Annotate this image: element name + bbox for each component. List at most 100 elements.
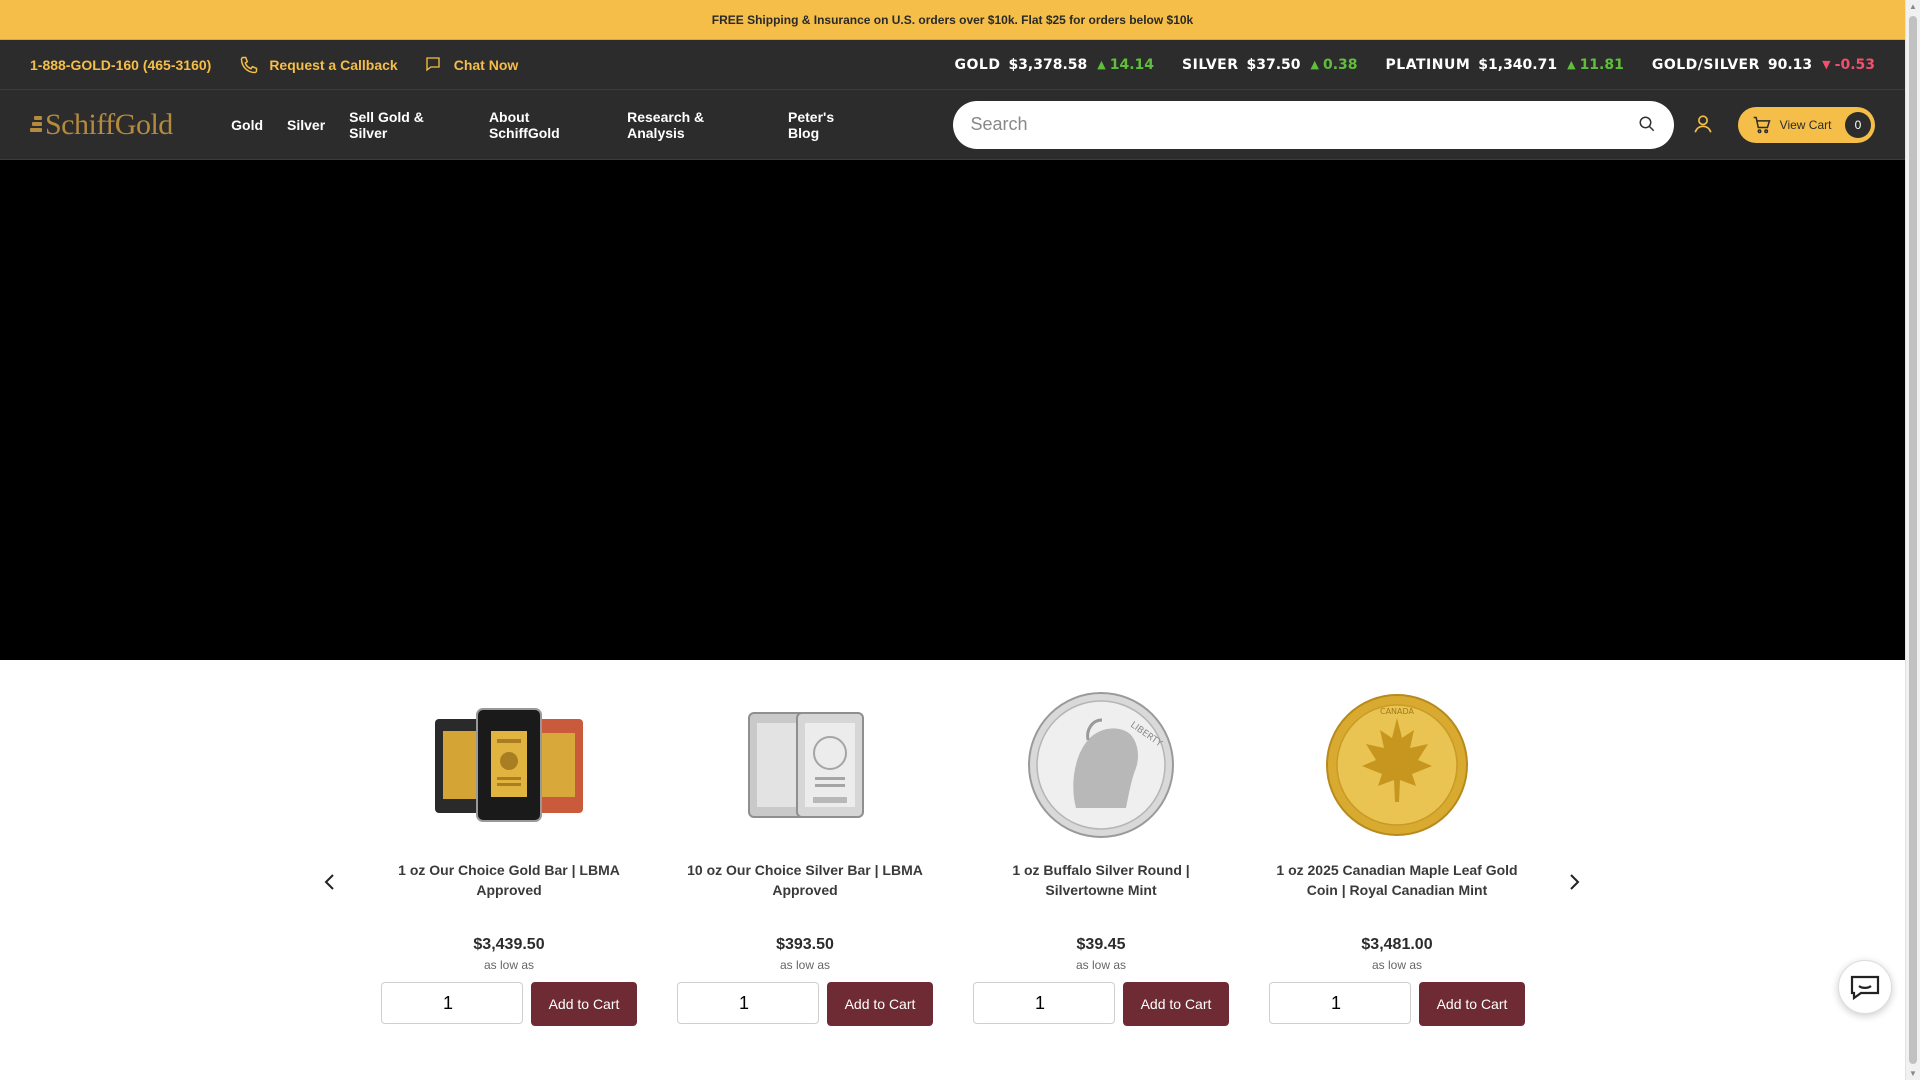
product-card: LIBERTY 1 oz Buffalo Silver Round | Silv…: [972, 690, 1230, 1026]
ticker-change: ▼ -0.53: [1822, 57, 1875, 73]
ticker-price: $1,340.71: [1478, 56, 1558, 73]
up-arrow-icon: ▲: [1310, 58, 1319, 71]
add-to-cart-button[interactable]: Add to Cart: [827, 982, 933, 1026]
ticker-change: ▲ 11.81: [1567, 57, 1624, 73]
scrollbar-thumb[interactable]: [1909, 16, 1917, 1064]
ticker-price: $3,378.58: [1008, 56, 1088, 73]
primary-nav: Gold Silver Sell Gold & Silver About Sch…: [231, 109, 892, 141]
chat-now-label: Chat Now: [453, 56, 519, 73]
ticker-price: 90.13: [1767, 56, 1813, 73]
scroll-up-icon[interactable]: ▲: [1909, 2, 1917, 11]
product-image[interactable]: [429, 690, 589, 840]
view-cart-button[interactable]: View Cart 0: [1737, 106, 1876, 143]
nav-item-about[interactable]: About SchiffGold: [489, 109, 603, 141]
gold-bars-image: [435, 708, 583, 822]
gold-bars-icon: [30, 114, 42, 136]
quantity-input[interactable]: [1269, 982, 1411, 1024]
live-chat-button[interactable]: [1838, 960, 1892, 1014]
down-arrow-icon: ▼: [1822, 58, 1831, 71]
silver-bars-image: [748, 712, 864, 818]
chevron-left-icon: [324, 874, 334, 890]
product-list: 1 oz Our Choice Gold Bar | LBMA Approved…: [380, 690, 1564, 1026]
carousel-prev-button[interactable]: [318, 870, 342, 894]
chat-icon: [424, 55, 444, 75]
quantity-input[interactable]: [381, 982, 523, 1024]
product-price: $393.50: [776, 936, 834, 953]
nav-item-research[interactable]: Research & Analysis: [627, 109, 764, 141]
quantity-input[interactable]: [677, 982, 819, 1024]
product-image[interactable]: [725, 690, 885, 840]
add-to-cart-button[interactable]: Add to Cart: [1123, 982, 1229, 1026]
ticker-change: ▲ 14.14: [1097, 57, 1154, 73]
add-to-cart-button[interactable]: Add to Cart: [531, 982, 637, 1026]
product-name[interactable]: 1 oz Buffalo Silver Round | Silvertowne …: [976, 860, 1226, 928]
hero-banner: [0, 160, 1905, 660]
ticker-label: SILVER: [1182, 56, 1239, 73]
product-card: 10 oz Our Choice Silver Bar | LBMA Appro…: [676, 690, 934, 1026]
ticker-change-value: -0.53: [1834, 56, 1875, 73]
carousel-next-button[interactable]: [1562, 870, 1586, 894]
search-bar: [952, 100, 1674, 149]
product-name[interactable]: 1 oz Our Choice Gold Bar | LBMA Approved: [384, 860, 634, 928]
logo-text: SchiffGold: [45, 107, 173, 141]
page-scrollbar[interactable]: ▲ ▼: [1905, 0, 1920, 1080]
up-arrow-icon: ▲: [1567, 58, 1576, 71]
as-low-as-label: as low as: [779, 958, 831, 972]
request-callback-link[interactable]: Request a Callback: [239, 55, 398, 75]
nav-item-silver[interactable]: Silver: [287, 117, 325, 133]
search-icon[interactable]: [1638, 115, 1658, 135]
coin-canada-text: CANADA: [1380, 707, 1415, 716]
product-image[interactable]: CANADA: [1317, 690, 1477, 840]
add-to-cart-button[interactable]: Add to Cart: [1419, 982, 1525, 1026]
product-image[interactable]: LIBERTY: [1021, 690, 1181, 840]
nav-item-gold[interactable]: Gold: [231, 117, 263, 133]
view-cart-label: View Cart: [1779, 117, 1832, 132]
product-name[interactable]: 1 oz 2025 Canadian Maple Leaf Gold Coin …: [1272, 860, 1522, 928]
product-price: $39.45: [1076, 936, 1126, 953]
ticker-change: ▲ 0.38: [1311, 57, 1358, 73]
announcement-bar: FREE Shipping & Insurance on U.S. orders…: [0, 0, 1905, 40]
ticker-change-value: 11.81: [1579, 56, 1624, 73]
product-carousel: 1 oz Our Choice Gold Bar | LBMA Approved…: [0, 660, 1905, 1080]
phone-link[interactable]: 1-888-GOLD-160 (465-3160): [30, 57, 211, 73]
up-arrow-icon: ▲: [1097, 58, 1106, 71]
message-icon: [1850, 975, 1880, 1000]
ticker-platinum: PLATINUM $1,340.71 ▲ 11.81: [1386, 57, 1624, 73]
as-low-as-label: as low as: [1371, 958, 1423, 972]
ticker-price: $37.50: [1246, 56, 1301, 73]
announcement-text: FREE Shipping & Insurance on U.S. orders…: [711, 12, 1194, 27]
product-card: 1 oz Our Choice Gold Bar | LBMA Approved…: [380, 690, 638, 1026]
as-low-as-label: as low as: [1075, 958, 1127, 972]
nav-item-sell-gold-silver[interactable]: Sell Gold & Silver: [349, 109, 465, 141]
request-callback-label: Request a Callback: [269, 56, 398, 73]
metal-price-tickers: GOLD $3,378.58 ▲ 14.14 SILVER $37.50 ▲ 0.3…: [927, 57, 1876, 73]
nav-item-blog[interactable]: Peter's Blog: [788, 109, 869, 141]
chat-now-link[interactable]: Chat Now: [424, 55, 519, 75]
ticker-change-value: 14.14: [1109, 56, 1155, 73]
buffalo-silver-round-image: LIBERTY: [1028, 692, 1174, 838]
product-price: $3,481.00: [1361, 936, 1433, 953]
maple-leaf-gold-coin-image: CANADA: [1326, 694, 1468, 836]
quantity-input[interactable]: [973, 982, 1115, 1024]
product-price: $3,439.50: [473, 936, 545, 953]
ticker-gold-silver-ratio: GOLD/SILVER 90.13 ▼ -0.53: [1652, 57, 1875, 73]
phone-icon: [239, 55, 259, 75]
ticker-change-value: 0.38: [1323, 56, 1358, 73]
ticker-gold: GOLD $3,378.58 ▲ 14.14: [955, 57, 1155, 73]
chevron-right-icon: [1570, 874, 1580, 890]
ticker-label: GOLD: [954, 56, 1001, 73]
cart-icon: [1752, 115, 1772, 135]
ticker-label: GOLD/SILVER: [1651, 56, 1760, 73]
cart-count-badge: 0: [1845, 111, 1872, 138]
search-input[interactable]: [968, 113, 1638, 136]
as-low-as-label: as low as: [483, 958, 535, 972]
ticker-silver: SILVER $37.50 ▲ 0.38: [1182, 57, 1358, 73]
main-navbar: SchiffGold Gold Silver Sell Gold & Silve…: [0, 90, 1905, 160]
top-bar: 1-888-GOLD-160 (465-3160) Request a Call…: [0, 40, 1905, 90]
ticker-label: PLATINUM: [1385, 56, 1471, 73]
account-icon[interactable]: [1692, 113, 1716, 137]
product-name[interactable]: 10 oz Our Choice Silver Bar | LBMA Appro…: [680, 860, 930, 928]
schiffgold-logo[interactable]: SchiffGold: [30, 108, 189, 142]
product-card: CANADA 1 oz 2025 Canadian Maple Leaf Gol…: [1268, 690, 1526, 1026]
scroll-down-icon[interactable]: ▼: [1909, 1069, 1917, 1078]
